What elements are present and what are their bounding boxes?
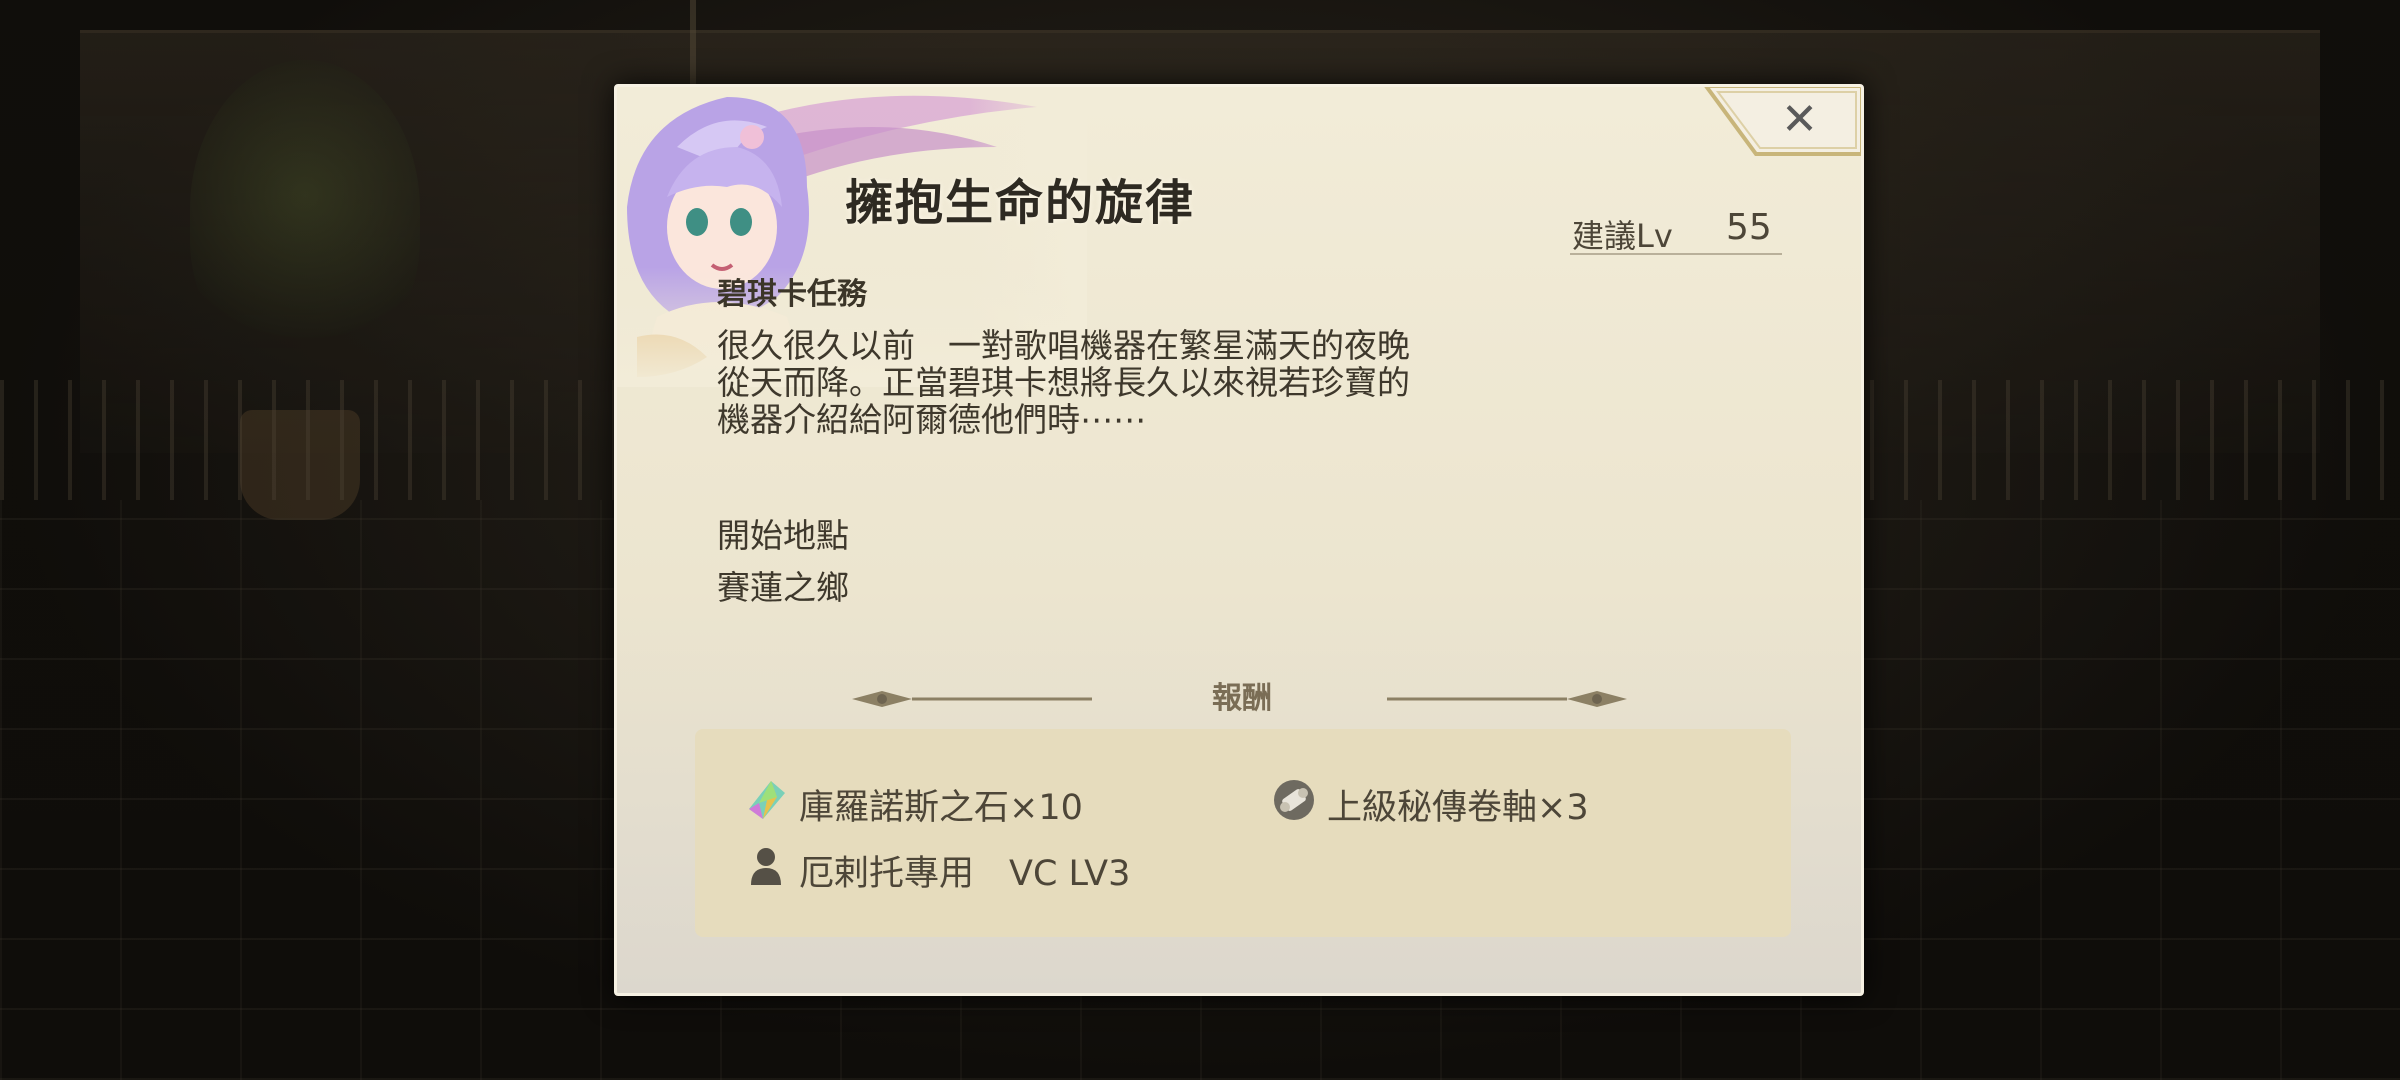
start-location-label: 開始地點 [717,516,849,555]
rewards-ornament-left [852,691,1092,707]
quest-dialog: ✕ 擁抱生命的旋律 建議Lv 55 碧琪卡任務 很久很久以前 一對歌唱機器在繁星… [614,84,1864,996]
description-line: 機器介紹給阿爾德他們時⋯⋯ [717,400,1146,439]
rewards-header: 報酬 [617,667,1861,727]
crystal-gem-icon [745,779,787,821]
person-icon [745,845,787,887]
rewards-title: 報酬 [1212,681,1272,716]
reward-label: 庫羅諾斯之石×10 [799,788,1083,828]
quest-title: 擁抱生命的旋律 [845,175,1196,231]
start-location-value: 賽蓮之鄉 [717,568,849,607]
background-lamp [690,0,756,90]
rewards-ornament-right [1387,691,1627,707]
recommended-level-value: 55 [1726,207,1772,248]
reward-label: 厄剌托專用 VC LV3 [799,854,1131,894]
description-line: 從天而降。正當碧琪卡想將長久以來視若珍寶的 [717,363,1410,402]
scroll-icon [1273,779,1315,821]
description-line: 很久很久以前 一對歌唱機器在繁星滿天的夜晚 [717,326,1410,365]
recommended-level-label: 建議Lv [1572,217,1673,255]
rewards-panel: 庫羅諾斯之石×10 上級秘傳卷軸×3 厄剌托專用 VC LV3 [695,729,1791,937]
close-icon[interactable]: ✕ [1781,92,1818,148]
quest-type: 碧琪卡任務 [717,277,867,312]
close-button[interactable]: ✕ [1704,87,1861,156]
reward-label: 上級秘傳卷軸×3 [1327,788,1589,828]
recommended-level: 建議Lv 55 [1570,205,1782,255]
quest-description: 很久很久以前 一對歌唱機器在繁星滿天的夜晚 從天而降。正當碧琪卡想將長久以來視若… [717,327,1497,438]
background-tree [190,60,420,360]
